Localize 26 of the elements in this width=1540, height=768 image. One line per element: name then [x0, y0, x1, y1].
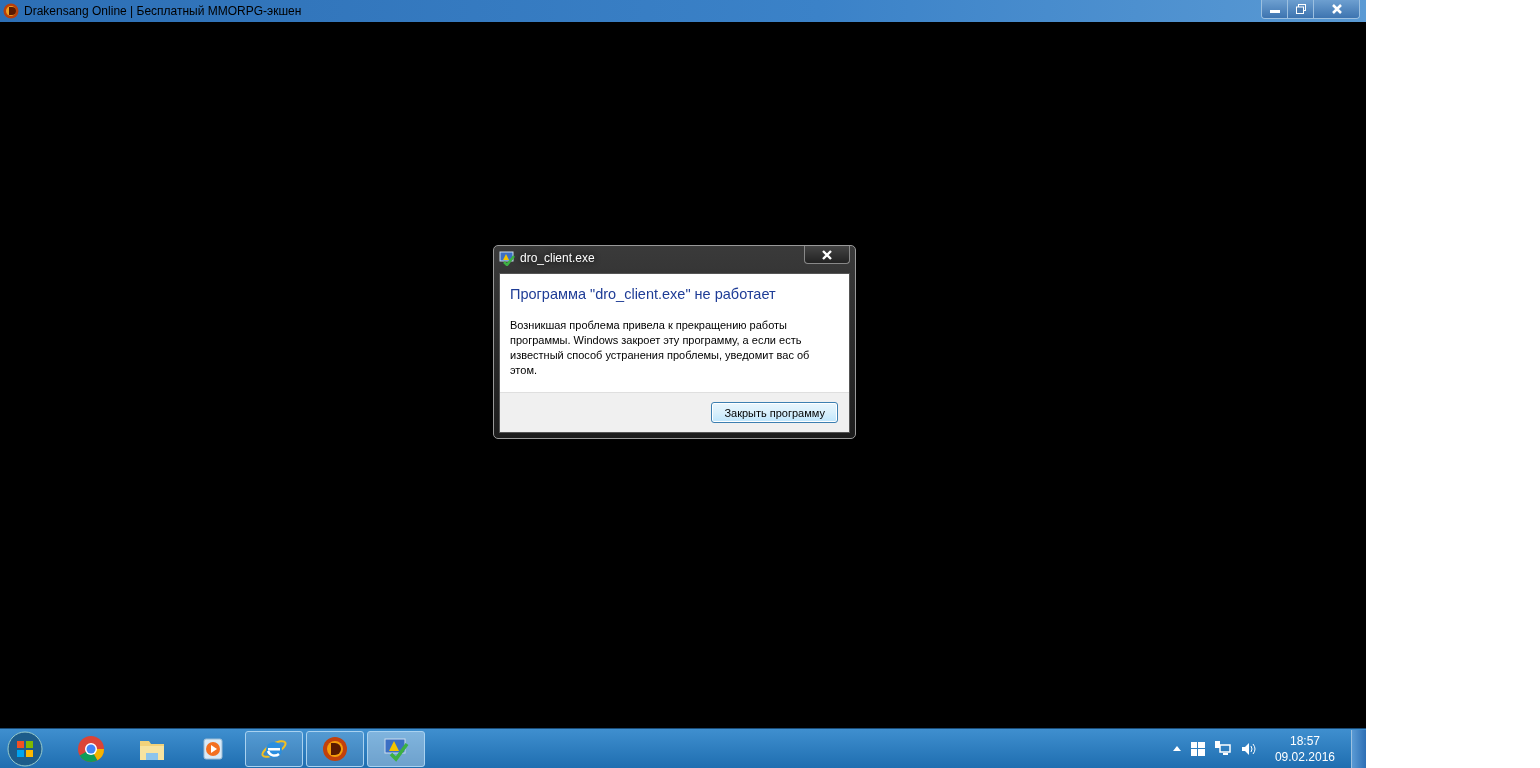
- dialog-title: dro_client.exe: [520, 251, 595, 265]
- restore-icon: [1294, 4, 1307, 14]
- clock-time: 18:57: [1289, 732, 1320, 749]
- clock-date: 09.02.2016: [1274, 748, 1335, 765]
- game-logo-icon: [321, 734, 349, 763]
- clock[interactable]: 18:57 09.02.2016: [1274, 732, 1335, 765]
- chrome-logo-icon: [77, 734, 105, 763]
- network-icon[interactable]: [1214, 741, 1231, 756]
- minimize-button[interactable]: [1262, 0, 1288, 18]
- close-program-button[interactable]: Закрыть программу: [711, 402, 838, 423]
- taskbar-button[interactable]: [306, 730, 364, 767]
- close-icon: [1329, 3, 1344, 15]
- restore-button[interactable]: [1288, 0, 1314, 18]
- close-button[interactable]: [804, 246, 850, 264]
- show-desktop-button[interactable]: [1351, 729, 1366, 768]
- taskbar-button[interactable]: [245, 730, 303, 767]
- dialog-heading: Программа "dro_client.exe" не работает: [510, 286, 777, 302]
- game-logo-icon: [3, 3, 19, 19]
- close-icon: [821, 249, 833, 260]
- show-hidden-icons-icon[interactable]: [1172, 746, 1181, 751]
- speaker-icon[interactable]: [1240, 741, 1257, 756]
- dialog-message: Возникшая проблема привела к прекращению работы программы. Windows закроет эту программу, а если есть известный способ устранения проблемы, уведомит вас об этом.: [510, 318, 811, 378]
- window-title: Drakensang Online | Бесплатный MMORPG-экшен: [24, 4, 302, 18]
- warning-monitor-icon: [499, 250, 515, 266]
- start-button[interactable]: [7, 730, 43, 767]
- flag-icon[interactable]: [1190, 741, 1205, 756]
